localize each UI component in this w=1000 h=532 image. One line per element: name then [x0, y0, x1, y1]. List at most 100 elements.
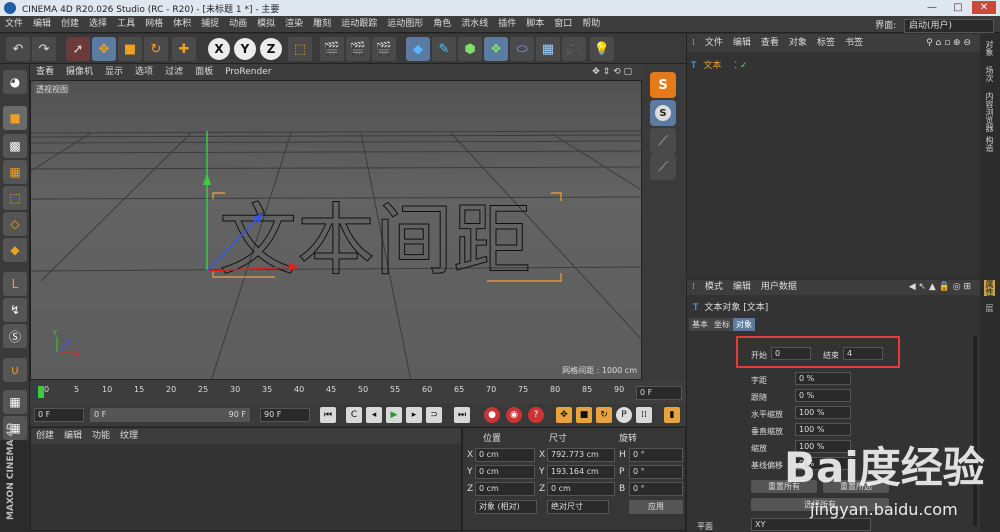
snap-s-button[interactable]: S [650, 100, 676, 126]
menu-script[interactable]: 脚本 [521, 16, 549, 33]
timeline-end-frame-field[interactable]: 0 F [636, 386, 682, 400]
interface-select[interactable]: 启动(用户) [904, 19, 994, 33]
y-axis-button[interactable]: Y [234, 38, 256, 60]
go-to-end-button[interactable]: ⏭ [454, 407, 470, 423]
menu-file[interactable]: 文件 [0, 16, 28, 33]
obj-manager-nav-icons[interactable]: ⚲ ⌂ ▫ ⊕ ⊖ [921, 34, 976, 52]
viewport-menu-prorender[interactable]: ProRender [219, 64, 277, 80]
side-tab-objects[interactable]: 对象 [984, 40, 995, 56]
floor-button[interactable]: ▦ [536, 37, 560, 61]
camera-button[interactable]: 🎥 [562, 37, 586, 61]
texture-mode-button[interactable]: ▩ [3, 134, 27, 158]
side-tab-attributes[interactable]: 属性 [984, 280, 995, 296]
key-position-button[interactable]: ✥ [556, 407, 572, 423]
attr-menu-mode[interactable]: 模式 [700, 280, 728, 295]
minimize-button[interactable]: — [920, 1, 944, 14]
edges-mode-button[interactable]: ◇ [3, 212, 27, 236]
menu-character[interactable]: 角色 [428, 16, 456, 33]
rotation-p-field[interactable]: 0 ° [629, 465, 683, 479]
menu-plugins[interactable]: 插件 [493, 16, 521, 33]
size-y-field[interactable]: 193.164 cm [547, 465, 615, 479]
menu-select[interactable]: 选择 [84, 16, 112, 33]
obj-menu-view[interactable]: 查看 [756, 34, 784, 52]
coordinate-system-button[interactable]: ⬚ [288, 37, 312, 61]
menu-help[interactable]: 帮助 [577, 16, 605, 33]
horizontal-scale-field[interactable]: 100 % [795, 406, 851, 419]
render-settings-button[interactable]: 🎬 [372, 37, 396, 61]
material-menu-function[interactable]: 功能 [87, 428, 115, 444]
lock-workplane-button[interactable]: ▦ [3, 390, 27, 414]
material-menu-create[interactable]: 创建 [31, 428, 59, 444]
size-z-field[interactable]: 0 cm [547, 482, 615, 496]
points-mode-button[interactable]: ⬚ [3, 186, 27, 210]
keyframe-selection-button[interactable]: ? [528, 407, 544, 423]
key-param-button[interactable]: P [616, 407, 632, 423]
array-button[interactable]: ❖ [484, 37, 508, 61]
scale-button[interactable]: ■ [118, 37, 142, 61]
redo-button[interactable]: ↷ [32, 37, 56, 61]
key-scale-button[interactable]: ■ [576, 407, 592, 423]
menu-mograph[interactable]: 运动图形 [382, 16, 428, 33]
attr-menu-edit[interactable]: 编辑 [728, 280, 756, 295]
menu-animate[interactable]: 动画 [224, 16, 252, 33]
menu-simulate[interactable]: 模拟 [252, 16, 280, 33]
end-frame-field[interactable]: 90 F [260, 408, 310, 422]
tab-basic[interactable]: 基本 [689, 318, 711, 331]
maximize-button[interactable]: □ [946, 1, 970, 14]
attr-nav-icons[interactable]: ◀ ↖ ▲ 🔒 ◎ ⊞ [904, 280, 976, 295]
x-axis-button[interactable]: X [208, 38, 230, 60]
prev-frame-button[interactable]: ◂ [366, 407, 382, 423]
menu-pipeline[interactable]: 流水线 [456, 16, 493, 33]
rotation-h-field[interactable]: 0 ° [629, 448, 683, 462]
coord-mode-select[interactable]: 对象 (相对) [475, 500, 537, 514]
object-row-text[interactable]: T 文本 ⁚ ✓ [691, 58, 975, 72]
timeline-window-button[interactable]: ▮ [664, 407, 680, 423]
key-pla-button[interactable]: ⁞⁞ [636, 407, 652, 423]
apply-button[interactable]: 应用 [629, 500, 683, 514]
disabled-tool-2[interactable]: ⟋ [650, 154, 676, 180]
viewport-perspective[interactable]: 透视视图 文本间距 Y X Z 网格间距: 1000 cm [30, 80, 642, 380]
side-tab-structure[interactable]: 构造 [984, 136, 995, 152]
viewport-menu-options[interactable]: 选项 [129, 64, 159, 80]
tab-object[interactable]: 对象 [733, 318, 755, 331]
size-x-field[interactable]: 792.773 cm [547, 448, 615, 462]
workplane-button[interactable]: ▦ [3, 160, 27, 184]
position-y-field[interactable]: 0 cm [475, 465, 535, 479]
pen-button[interactable]: ✎ [432, 37, 456, 61]
start-frame-field[interactable]: 0 F [34, 408, 84, 422]
prev-key-button[interactable]: C [346, 407, 362, 423]
side-tab-layers[interactable]: 层 [984, 304, 995, 312]
side-tab-takes[interactable]: 场次 [984, 66, 995, 82]
next-key-button[interactable]: ⊃ [426, 407, 442, 423]
position-z-field[interactable]: 0 cm [475, 482, 535, 496]
recent-tool-button[interactable]: ✚ [172, 37, 196, 61]
viewport-nav-icons[interactable]: ✥ ⇕ ⟲ ▢ [586, 64, 638, 80]
render-view-button[interactable]: 🎬 [320, 37, 344, 61]
rotation-b-field[interactable]: 0 ° [629, 482, 683, 496]
preview-range-slider[interactable]: 0 F 90 F [90, 408, 250, 422]
viewport-menu-panel[interactable]: 面板 [189, 64, 219, 80]
menu-create[interactable]: 创建 [56, 16, 84, 33]
viewport-menu-display[interactable]: 显示 [99, 64, 129, 80]
tweak-mode-button[interactable]: ↯ [3, 298, 27, 322]
obj-menu-objects[interactable]: 对象 [784, 34, 812, 52]
viewport-menu-view[interactable]: 查看 [30, 64, 60, 80]
obj-menu-bookmarks[interactable]: 书签 [840, 34, 868, 52]
tracking-field[interactable]: 0 % [795, 389, 851, 402]
tab-coordinates[interactable]: 坐标 [711, 318, 733, 331]
menu-tools[interactable]: 工具 [112, 16, 140, 33]
attr-menu-userdata[interactable]: 用户数据 [756, 280, 802, 295]
material-menu-texture[interactable]: 纹理 [115, 428, 143, 444]
render-picture-viewer-button[interactable]: 🎬 [346, 37, 370, 61]
undo-button[interactable]: ↶ [6, 37, 30, 61]
rotate-button[interactable]: ↻ [144, 37, 168, 61]
model-mode-button[interactable]: ■ [3, 106, 27, 130]
obj-menu-tags[interactable]: 标签 [812, 34, 840, 52]
deformer-button[interactable]: ⬭ [510, 37, 534, 61]
menu-edit[interactable]: 编辑 [28, 16, 56, 33]
menu-window[interactable]: 窗口 [549, 16, 577, 33]
menu-mesh[interactable]: 网格 [140, 16, 168, 33]
polygons-mode-button[interactable]: ◆ [3, 238, 27, 262]
viewport-menu-camera[interactable]: 摄像机 [60, 64, 99, 80]
z-axis-button[interactable]: Z [260, 38, 282, 60]
